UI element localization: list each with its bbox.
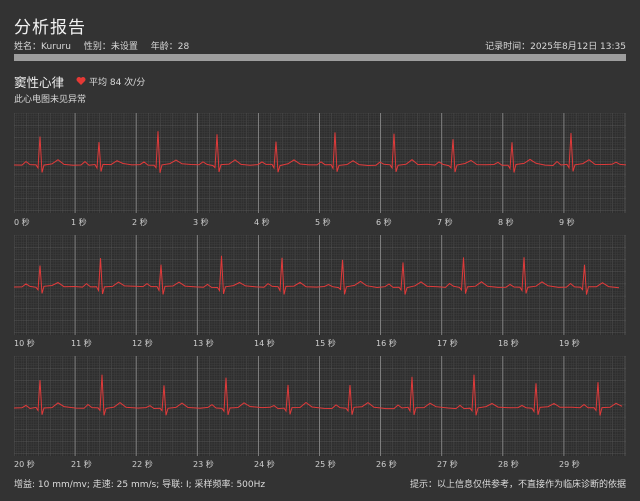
time-axis-1: 0 秒 1 秒 2 秒 3 秒 4 秒 5 秒 6 秒 7 秒 8 秒 9 秒	[14, 217, 626, 229]
disclaimer: 提示：以上信息仅供参考，不直接作为临床诊断的依据	[409, 480, 626, 490]
time-tick: 29 秒	[559, 460, 580, 469]
heart-icon	[76, 77, 86, 85]
time-tick: 6 秒	[376, 218, 392, 227]
patient-name: 姓名：Kururu	[14, 42, 71, 52]
time-tick: 24 秒	[254, 460, 275, 469]
divider-bar	[14, 54, 626, 61]
time-tick: 27 秒	[437, 460, 458, 469]
time-tick: 28 秒	[498, 460, 519, 469]
time-tick: 16 秒	[376, 339, 397, 348]
page-title: 分析报告	[14, 18, 86, 38]
time-tick: 21 秒	[71, 460, 92, 469]
time-tick: 20 秒	[14, 460, 35, 469]
time-tick: 9 秒	[559, 218, 575, 227]
time-tick: 2 秒	[132, 218, 148, 227]
time-axis-3: 20 秒 21 秒 22 秒 23 秒 24 秒 25 秒 26 秒 27 秒 …	[14, 459, 626, 471]
time-tick: 25 秒	[315, 460, 336, 469]
time-tick: 26 秒	[376, 460, 397, 469]
time-tick: 0 秒	[14, 218, 30, 227]
average-rate-text: 平均 84 次/分	[89, 78, 146, 88]
time-tick: 8 秒	[498, 218, 514, 227]
time-tick: 23 秒	[193, 460, 214, 469]
time-tick: 12 秒	[132, 339, 153, 348]
time-tick: 1 秒	[71, 218, 87, 227]
time-tick: 18 秒	[498, 339, 519, 348]
time-tick: 7 秒	[437, 218, 453, 227]
time-tick: 10 秒	[14, 339, 35, 348]
ecg-strip-2	[14, 235, 626, 335]
record-time: 记录时间：2025年8月12日 13:35	[485, 42, 626, 52]
patient-gender: 性别：未设置	[83, 42, 138, 52]
average-rate: 平均 84 次/分	[76, 75, 145, 88]
time-tick: 11 秒	[71, 339, 92, 348]
time-tick: 15 秒	[315, 339, 336, 348]
recording-settings: 增益: 10 mm/mv; 走速: 25 mm/s; 导联: I; 采样频率: …	[14, 480, 266, 490]
time-tick: 19 秒	[559, 339, 580, 348]
time-tick: 14 秒	[254, 339, 275, 348]
time-tick: 17 秒	[437, 339, 458, 348]
ecg-strip-svg	[14, 356, 626, 456]
ecg-strip-svg	[14, 235, 626, 335]
ecg-strip-1	[14, 113, 626, 213]
rhythm-label: 窦性心律	[14, 75, 65, 90]
patient-age: 年龄：28	[150, 42, 190, 52]
time-axis-2: 10 秒 11 秒 12 秒 13 秒 14 秒 15 秒 16 秒 17 秒 …	[14, 338, 626, 350]
time-tick: 13 秒	[193, 339, 214, 348]
ecg-strip-3	[14, 356, 626, 456]
time-tick: 4 秒	[254, 218, 270, 227]
ecg-conclusion: 此心电图未见异常	[14, 95, 87, 105]
patient-info: 姓名：Kururu 性别：未设置 年龄：28	[14, 39, 199, 52]
time-tick: 22 秒	[132, 460, 153, 469]
time-tick: 5 秒	[315, 218, 331, 227]
time-tick: 3 秒	[193, 218, 209, 227]
ecg-strip-svg	[14, 113, 626, 213]
